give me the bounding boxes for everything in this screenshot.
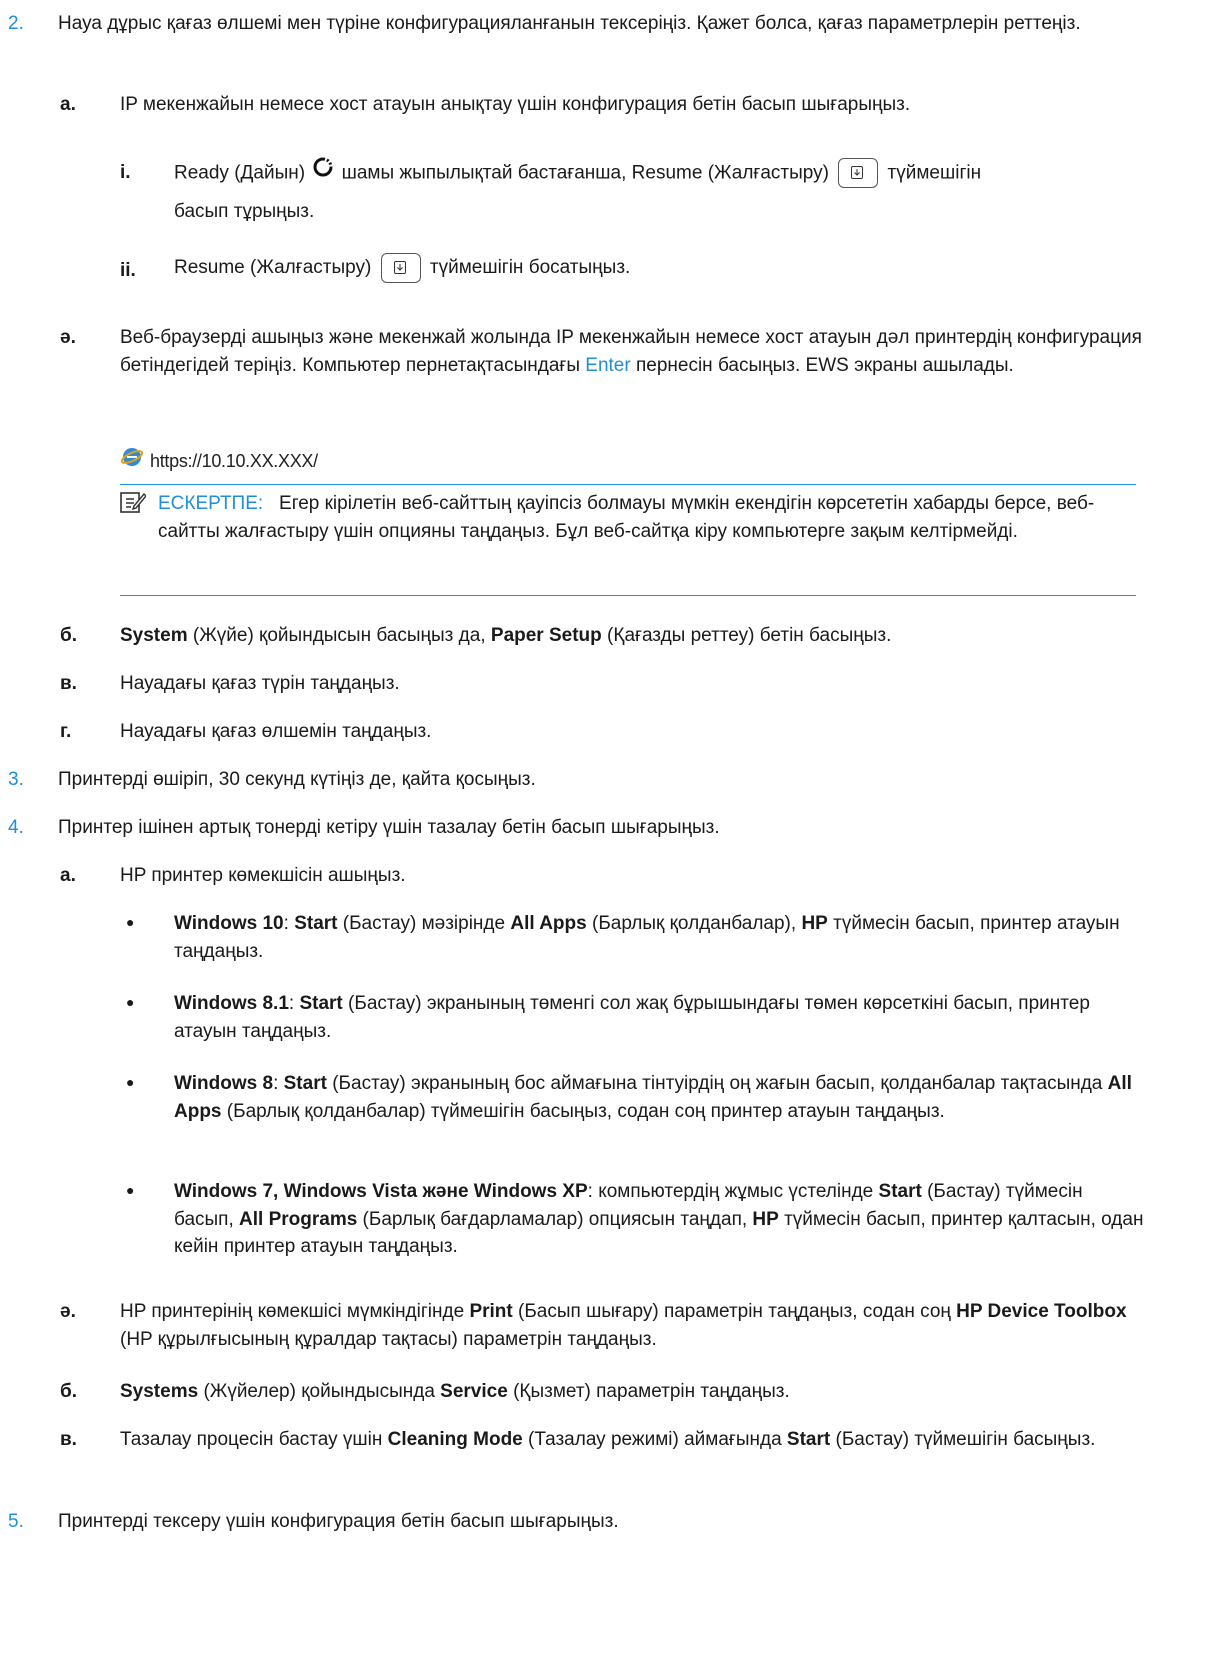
- ready-light-icon: [312, 154, 334, 193]
- win7-label: Windows 7, Windows Vista және Windows XP: [174, 1181, 588, 1202]
- win8-label: Windows 8: [174, 1073, 274, 1094]
- ready-mid-text: шамы жыпылықтай бастағанша, Resume (Жалғ…: [341, 162, 829, 184]
- ready-label: Ready (Дайын): [174, 162, 306, 184]
- step-2v-text: Науадағы қағаз түрін таңдаңыз.: [120, 673, 400, 694]
- win8-t3: (Барлық қолданбалар) түймешігін басыңыз,…: [221, 1100, 945, 1122]
- step-4b-t1: (Жүйелер) қойындысында: [198, 1381, 441, 1402]
- step-4ae-t3: (HP құрылғысының құралдар тақтасы) парам…: [120, 1328, 657, 1350]
- step-4b-letter: б.: [60, 1381, 78, 1402]
- address-bar-sample: https://10.10.XX.XXX/: [120, 446, 318, 476]
- step-2b-letter: б.: [60, 625, 78, 646]
- step-4v-letter: в.: [60, 1429, 77, 1450]
- step-2v-letter: в.: [60, 673, 77, 694]
- systems-tab: Systems: [120, 1381, 199, 1402]
- step-2b-t1: (Жүйе) қойындысын басыңыз да,: [192, 625, 486, 646]
- bullet-win7: Windows 7, Windows Vista және Windows XP…: [174, 1178, 1146, 1261]
- step-2a-letter: a.: [60, 94, 76, 115]
- service-option: Service: [440, 1381, 508, 1402]
- bullet-win8: Windows 8: Start (Бастау) экранының бос …: [174, 1070, 1146, 1125]
- step-2b-text: System (Жүйе) қойындысын басыңыз да, Pap…: [120, 622, 1146, 650]
- bullet-dot: ●: [126, 994, 135, 1010]
- step-5-text: Принтерді тексеру үшін конфигурация беті…: [58, 1511, 619, 1532]
- note-body: Егер кірілетін веб-сайттың қауіпсіз болм…: [158, 493, 1095, 542]
- step-2ae-letter: ə.: [60, 327, 76, 348]
- bullet-win10: Windows 10: Start (Бастау) мәзірінде All…: [174, 910, 1146, 965]
- url-text: https://10.10.XX.XXX/: [150, 450, 318, 471]
- win81-label: Windows 8.1: [174, 993, 289, 1014]
- note-text: ЕСКЕРТПЕ: Егер кірілетін веб-сайттың қау…: [158, 490, 1134, 545]
- enter-key-link[interactable]: Enter: [585, 355, 630, 376]
- win10-start: Start: [294, 913, 338, 934]
- note-bottom-rule: [120, 595, 1136, 596]
- step-2-number: 2.: [8, 13, 24, 34]
- step-4ae-t2: (Басып шығару) параметрін таңдаңыз, сода…: [512, 1301, 957, 1322]
- step-2-text: Науа дұрыс қағаз өлшемі мен түріне конфи…: [58, 13, 1081, 34]
- cleaning-mode: Cleaning Mode: [387, 1429, 523, 1450]
- win10-t2: (Бастау) мәзірінде: [337, 913, 511, 934]
- win10-t1: :: [283, 913, 295, 934]
- win81-t1: :: [288, 993, 300, 1014]
- step-4a-text: HP принтер көмекшісін ашыңыз.: [120, 865, 406, 886]
- ready-after-text: түймешігін: [887, 162, 982, 184]
- note-top-rule: [120, 484, 1136, 485]
- ready-line2: басып тұрыңыз.: [174, 201, 315, 223]
- device-toolbox-option: HP Device Toolbox: [956, 1301, 1127, 1322]
- bullet-dot: ●: [126, 1182, 135, 1198]
- step-4v-t2: (Тазалау режимі) аймағында: [522, 1429, 787, 1450]
- bullet-dot: ●: [126, 914, 135, 930]
- resume-button-icon-2: [380, 253, 421, 283]
- win10-label: Windows 10: [174, 913, 284, 934]
- print-option: Print: [469, 1301, 513, 1322]
- win8-t1: :: [273, 1073, 284, 1094]
- step-2a-ii-text: Resume (Жалғастыру) түймешігін босатыңыз…: [174, 253, 1146, 283]
- start-button-name: Start: [786, 1429, 831, 1450]
- step-2a-ii-number: ii.: [120, 260, 136, 281]
- ie-browser-icon: [120, 445, 144, 478]
- step-2g-letter: г.: [60, 721, 72, 742]
- win7-start: Start: [878, 1181, 922, 1202]
- note-label: ЕСКЕРТПЕ:: [158, 493, 264, 514]
- step-4v-t1: Тазалау процесін бастау үшін: [120, 1429, 388, 1450]
- step-5-number: 5.: [8, 1511, 24, 1532]
- step-2a-i-number: i.: [120, 162, 131, 183]
- win10-hp: HP: [801, 913, 828, 934]
- win81-start: Start: [299, 993, 343, 1014]
- win10-allapps: All Apps: [510, 913, 587, 934]
- resume-button-icon: [838, 158, 879, 189]
- step-4v-t3: (Бастау) түймешігін басыңыз.: [830, 1429, 1096, 1450]
- step-2ae-text: Веб-браузерді ашыңыз және мекенжай жолын…: [120, 324, 1146, 379]
- win8-start: Start: [283, 1073, 327, 1094]
- step-2a-text: IP мекенжайын немесе хост атауын анықтау…: [120, 94, 911, 115]
- release-after-text: түймешігін босатыңыз.: [429, 257, 631, 279]
- step-4v-text: Тазалау процесін бастау үшін Cleaning Mo…: [120, 1426, 1146, 1454]
- step-2g-text: Науадағы қағаз өлшемін таңдаңыз.: [120, 721, 432, 742]
- win10-t3: (Барлық қолданбалар),: [586, 913, 802, 934]
- step-4a-letter: a.: [60, 865, 76, 886]
- step-2b-t2: (Қағазды реттеу) бетін басыңыз.: [607, 625, 892, 646]
- system-tab-name: System: [120, 625, 188, 646]
- step-4ae-text: HP принтерінің көмекшісі мүмкіндігінде P…: [120, 1298, 1146, 1353]
- note-icon: [120, 490, 147, 523]
- step-4ae-t1: HP принтерінің көмекшісі мүмкіндігінде: [120, 1301, 470, 1322]
- step-4-number: 4.: [8, 817, 24, 838]
- bullet-win81: Windows 8.1: Start (Бастау) экранының тө…: [174, 990, 1146, 1045]
- win7-allprograms: All Programs: [239, 1208, 358, 1230]
- win7-t3: (Барлық бағдарламалар) опциясын таңдап,: [357, 1208, 753, 1230]
- browser-instruction-end: пернесін басыңыз. EWS экраны ашылады.: [635, 354, 1014, 376]
- step-4b-text: Systems (Жүйелер) қойындысында Service (…: [120, 1378, 1146, 1406]
- step-3-text: Принтерді өшіріп, 30 секунд күтіңіз де, …: [58, 769, 536, 790]
- bullet-dot: ●: [126, 1074, 135, 1090]
- release-label: Resume (Жалғастыру): [174, 257, 372, 279]
- paper-setup-name: Paper Setup: [490, 625, 602, 646]
- step-2a-i-text: Ready (Дайын) шамы жыпылықтай бастағанша…: [174, 154, 1146, 232]
- win8-t2: (Бастау) экранының бос аймағына тінтуірд…: [326, 1073, 1108, 1094]
- step-4ae-letter: ə.: [60, 1301, 76, 1322]
- step-4-text: Принтер ішінен артық тонерді кетіру үшін…: [58, 817, 720, 838]
- win7-t1: : компьютердің жұмыс үстелінде: [587, 1181, 879, 1202]
- win7-hp: HP: [752, 1208, 779, 1230]
- step-4b-t2: (Қызмет) параметрін таңдаңыз.: [507, 1381, 790, 1402]
- step-3-number: 3.: [8, 769, 24, 790]
